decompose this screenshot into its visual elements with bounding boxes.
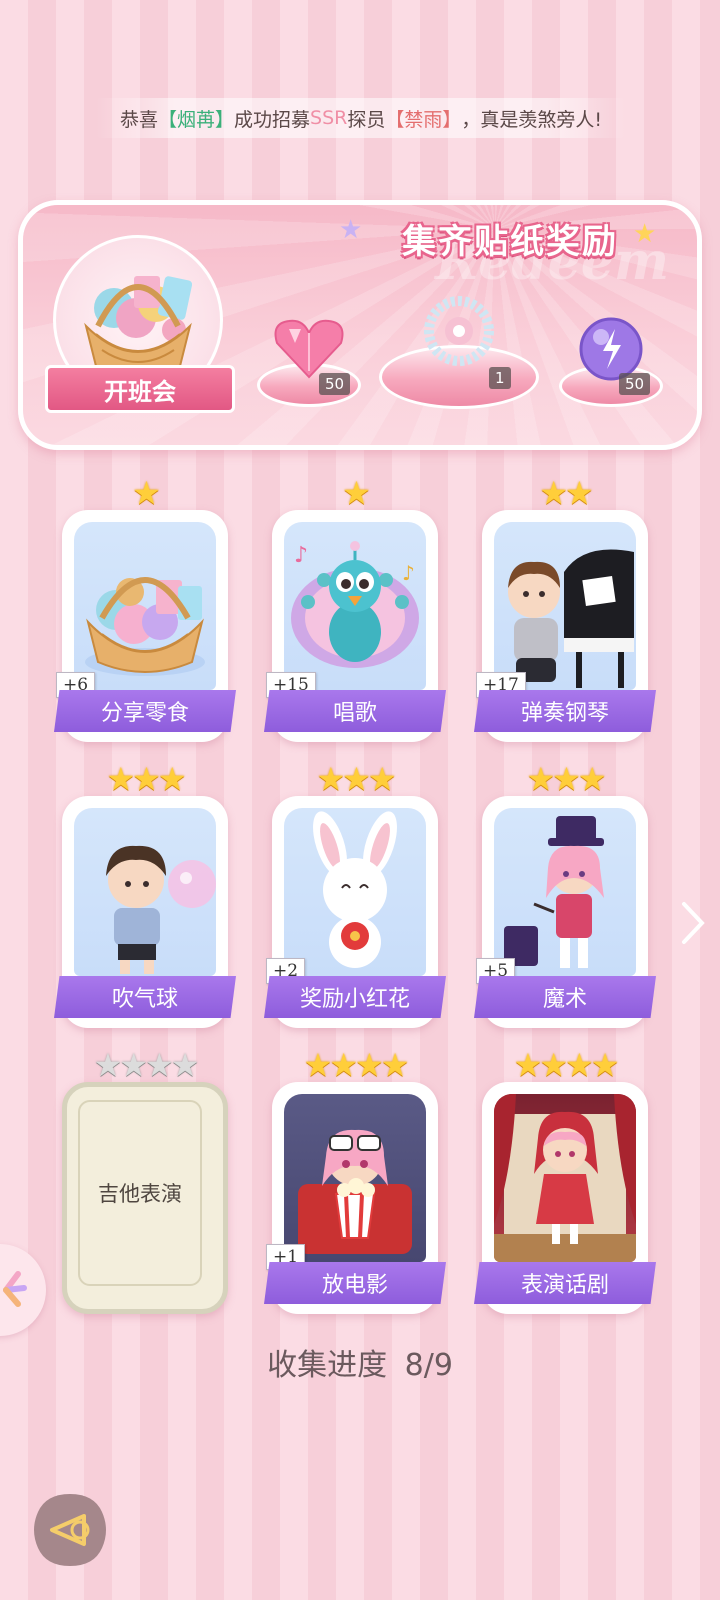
star-rating: ★ <box>342 474 371 512</box>
drama-girl-image <box>494 1094 636 1262</box>
progress-value: 8/9 <box>404 1348 453 1383</box>
marquee-text: 探员 <box>347 108 386 131</box>
marquee-rank: SSR <box>310 107 348 129</box>
star-rating: ★★ <box>539 474 593 512</box>
reward-quantity: 50 <box>319 373 351 395</box>
back-button[interactable] <box>30 1490 110 1570</box>
piano-boy-image <box>494 522 636 690</box>
sticker-card[interactable]: ★★★ +2 奖励小红花 <box>264 760 446 1028</box>
sticker-card[interactable]: ★★★ 吹气球 <box>54 760 236 1028</box>
reward-quantity: 1 <box>489 367 511 389</box>
sticker-card-locked[interactable]: ★★★★ 吉他表演 <box>62 1046 228 1314</box>
marquee-player-name: 【烟苒】 <box>158 108 235 131</box>
star-rating: ★★★ <box>526 760 606 798</box>
marquee-text: ，真是羡煞旁人! <box>461 108 603 131</box>
bunny-flower-image <box>284 808 426 976</box>
star-icon: ★ <box>339 215 363 245</box>
pearl-bracelet-icon[interactable] <box>419 291 499 371</box>
sticker-label: 魔术 <box>474 976 656 1018</box>
sticker-label: 吹气球 <box>54 976 236 1018</box>
star-rating: ★★★★ <box>303 1046 410 1084</box>
sticker-label: 分享零食 <box>54 690 236 732</box>
sticker-label: 奖励小红花 <box>264 976 446 1018</box>
sticker-reward-banner: Redeem ★ ★ 集齐贴纸奖励 开班会 50 1 50 <box>18 200 702 450</box>
announcement-marquee: 恭喜 【烟苒】 成功招募 SSR 探员 【禁雨】 ，真是羡煞旁人! <box>96 98 626 138</box>
marquee-agent-name: 【禁雨】 <box>385 108 462 131</box>
singing-peacock-image: ♪ ♪ <box>284 522 426 690</box>
snack-basket-image <box>74 522 216 690</box>
sticker-label: 表演话剧 <box>474 1262 656 1304</box>
collection-progress: 收集进度 8/9 <box>0 1340 720 1384</box>
marquee-text: 恭喜 <box>119 108 158 131</box>
svg-text:♪: ♪ <box>294 543 308 568</box>
sticker-label: 弹奏钢琴 <box>474 690 656 732</box>
swirl-icon <box>3 1271 27 1307</box>
side-menu-button[interactable] <box>0 1244 46 1336</box>
sticker-card[interactable]: ★ ♪ ♪ +15 唱歌 <box>264 474 446 742</box>
locked-sticker-label: 吉他表演 <box>78 1100 202 1286</box>
movie-girl-image <box>284 1094 426 1262</box>
event-ribbon[interactable]: 开班会 <box>45 365 235 413</box>
sticker-card[interactable]: ★★★★ +1 放电影 <box>264 1046 446 1314</box>
progress-label: 收集进度 <box>267 1348 388 1383</box>
star-rating: ★★★ <box>106 760 186 798</box>
sticker-card[interactable]: ★★ +17 弹奏钢琴 <box>474 474 656 742</box>
sticker-card[interactable]: ★★★★ 表演话剧 <box>474 1046 656 1314</box>
balloon-boy-image <box>74 808 216 976</box>
magician-girl-image <box>494 808 636 976</box>
svg-text:♪: ♪ <box>402 561 415 585</box>
sticker-card[interactable]: ★★★ +5 魔术 <box>474 760 656 1028</box>
star-rating: ★★★ <box>316 760 396 798</box>
banner-title: 集齐贴纸奖励 <box>402 221 618 262</box>
reward-quantity: 50 <box>619 373 651 395</box>
sticker-label: 唱歌 <box>264 690 446 732</box>
sticker-card[interactable]: ★ +6 分享零食 <box>54 474 236 742</box>
heart-gem-icon[interactable] <box>271 315 347 381</box>
star-rating: ★★★★ <box>513 1046 620 1084</box>
next-page-arrow-icon[interactable] <box>678 898 708 948</box>
star-rating: ★★★★ <box>93 1046 200 1084</box>
marquee-text: 成功招募 <box>234 108 311 131</box>
star-rating: ★ <box>132 474 161 512</box>
sticker-label: 放电影 <box>264 1262 446 1304</box>
